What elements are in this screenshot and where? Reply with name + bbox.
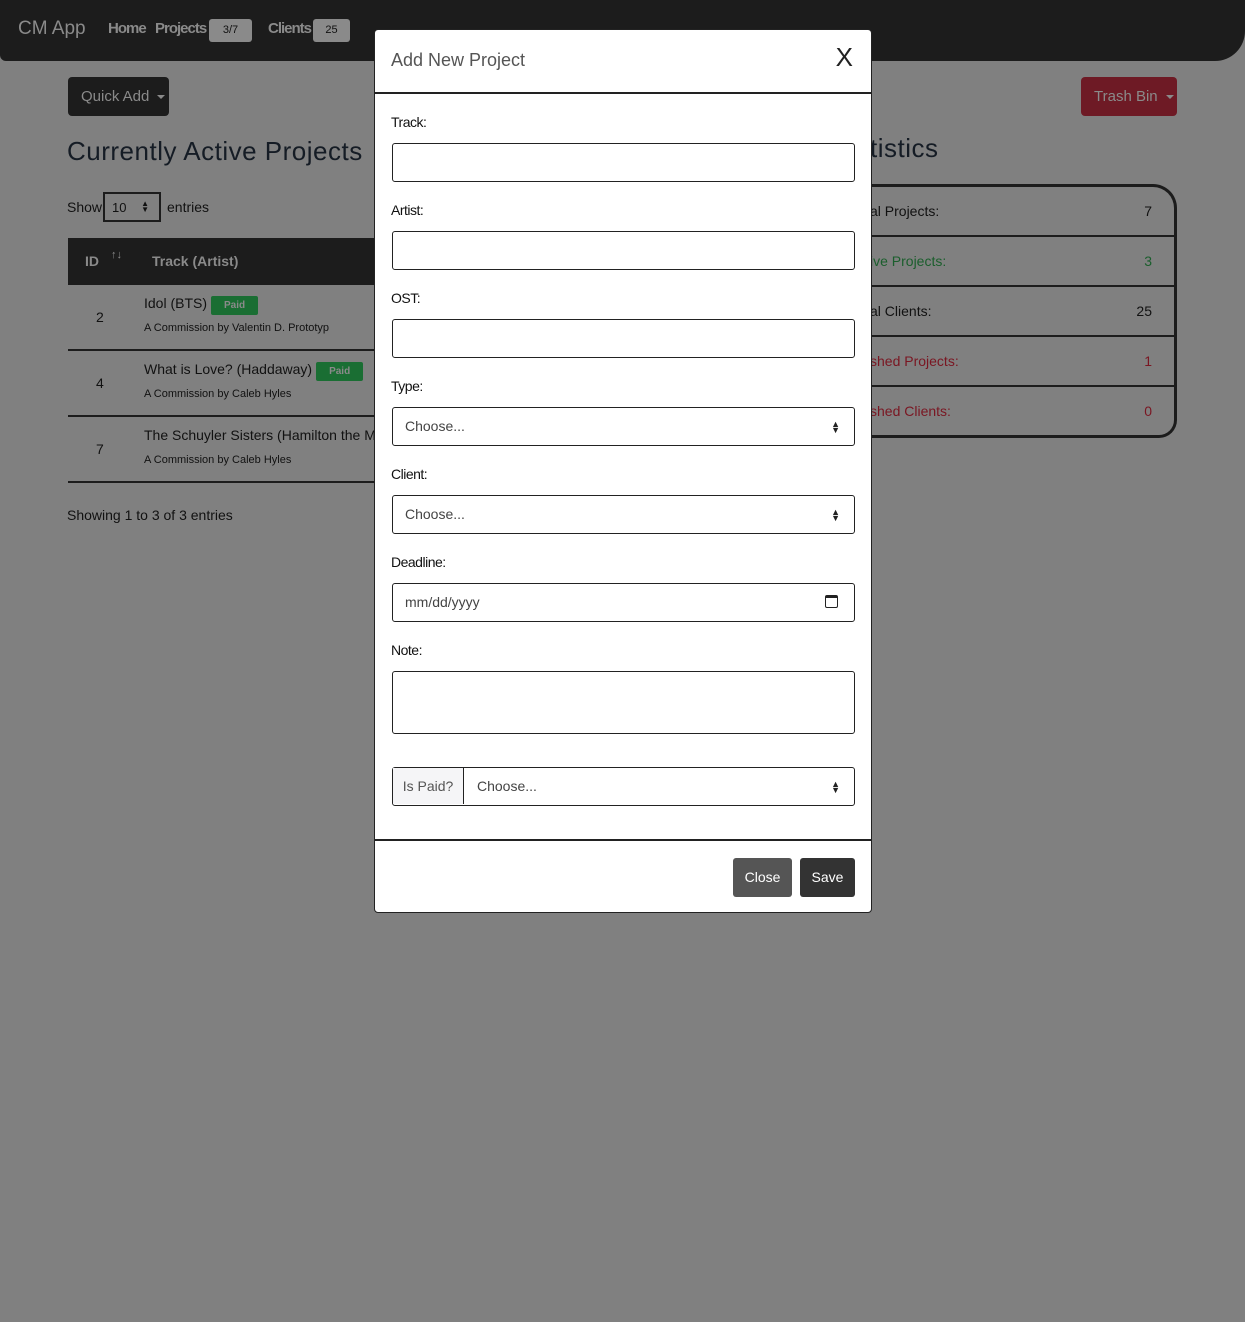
select-arrows-icon: ▲ ▼ — [831, 779, 840, 795]
stat-row: shed Projects: 1 — [860, 337, 1174, 387]
col-id[interactable]: ID — [85, 253, 99, 269]
stat-label: al Projects: — [870, 203, 940, 219]
stat-value: 0 — [1144, 403, 1152, 419]
nav-clients[interactable]: Clients — [268, 20, 312, 37]
entries-label: entries — [167, 199, 210, 215]
select-arrows-icon: ▲ ▼ — [831, 419, 840, 435]
row-id: 2 — [96, 309, 104, 325]
stat-row: shed Clients: 0 — [860, 387, 1174, 435]
quick-add-label: Quick Add — [81, 88, 150, 105]
sort-icon[interactable]: ↑↓ — [111, 249, 122, 261]
artist-input[interactable] — [392, 231, 855, 270]
table-row[interactable]: 2 Idol (BTS) Paid A Commission by Valentin … — [68, 285, 378, 351]
type-select[interactable]: Choose... ▲ ▼ — [392, 407, 855, 446]
row-id: 4 — [96, 375, 104, 391]
projects-badge: 3/7 — [209, 19, 252, 42]
stat-label: al Clients: — [870, 303, 932, 319]
table-header: ID ↑↓ Track (Artist) — [68, 238, 378, 285]
paid-badge: Paid — [316, 362, 364, 381]
stat-label: shed Clients: — [870, 403, 951, 419]
add-project-modal: Add New Project X Track: Artist: OST: Ty… — [374, 29, 872, 913]
col-track[interactable]: Track (Artist) — [152, 253, 238, 269]
nav-projects[interactable]: Projects — [155, 20, 207, 37]
stat-value: 3 — [1144, 253, 1152, 269]
note-label: Note: — [391, 642, 422, 658]
stat-value: 25 — [1136, 303, 1152, 319]
track-label: Track: — [391, 114, 427, 130]
modal-footer: Close Save — [375, 839, 871, 913]
client-value: Choose... — [405, 506, 465, 522]
stat-value: 7 — [1144, 203, 1152, 219]
caret-down-icon — [157, 95, 166, 100]
client-label: Client: — [391, 466, 428, 482]
entries-select[interactable]: 10 ▲ ▼ — [103, 192, 161, 222]
close-button[interactable]: Close — [733, 858, 792, 897]
trash-bin-label: Trash Bin — [1094, 88, 1158, 105]
paid-badge: Paid — [211, 296, 259, 315]
caret-down-icon — [1165, 95, 1174, 100]
is-paid-select[interactable]: Choose... — [477, 778, 537, 794]
statistics-title: tistics — [870, 133, 939, 163]
table-row[interactable]: 4 What is Love? (Haddaway) Paid A Commissio… — [68, 351, 378, 417]
deadline-input[interactable]: mm/dd/yyyy — [392, 583, 855, 622]
sort-arrows-icon: ▲ ▼ — [141, 199, 149, 214]
row-sub: A Commission by Valentin D. Prototyp — [144, 322, 330, 334]
modal-header: Add New Project X — [375, 30, 871, 94]
table-info: Showing 1 to 3 of 3 entries — [67, 507, 233, 523]
is-paid-group: Is Paid? Choose... ▲ ▼ — [392, 767, 855, 806]
track-input[interactable] — [392, 143, 855, 182]
page-title: Currently Active Projects — [67, 136, 363, 166]
is-paid-label: Is Paid? — [393, 768, 464, 804]
stat-value: 1 — [1144, 353, 1152, 369]
calendar-icon[interactable] — [825, 595, 838, 608]
stat-row: ive Projects: 3 — [860, 237, 1174, 287]
stat-label: shed Projects: — [870, 353, 959, 369]
row-track: Idol (BTS) — [144, 295, 208, 311]
stat-row: al Clients: 25 — [860, 287, 1174, 337]
show-label: Show — [67, 199, 103, 215]
deadline-label: Deadline: — [391, 554, 446, 570]
trash-bin-button[interactable]: Trash Bin — [1081, 77, 1177, 116]
quick-add-button[interactable]: Quick Add — [68, 77, 169, 116]
stat-row: al Projects: 7 — [860, 187, 1174, 237]
brand[interactable]: CM App — [18, 18, 86, 40]
note-textarea[interactable] — [392, 671, 855, 734]
row-track: The Schuyler Sisters (Hamilton the Mus — [144, 427, 378, 443]
nav-home[interactable]: Home — [108, 20, 147, 37]
entries-value: 10 — [112, 200, 127, 215]
save-button[interactable]: Save — [800, 858, 855, 897]
ost-label: OST: — [391, 290, 421, 306]
row-track: What is Love? (Haddaway) — [144, 361, 313, 377]
modal-title: Add New Project — [391, 50, 526, 70]
ost-input[interactable] — [392, 319, 855, 358]
type-value: Choose... — [405, 418, 465, 434]
clients-badge: 25 — [313, 19, 350, 42]
artist-label: Artist: — [391, 202, 424, 218]
type-label: Type: — [391, 378, 423, 394]
close-icon[interactable]: X — [836, 42, 853, 73]
stat-label: ive Projects: — [870, 253, 947, 269]
select-arrows-icon: ▲ ▼ — [831, 507, 840, 523]
row-sub: A Commission by Caleb Hyles — [144, 454, 292, 466]
client-select[interactable]: Choose... ▲ ▼ — [392, 495, 855, 534]
table-row[interactable]: 7 The Schuyler Sisters (Hamilton the Mus A… — [68, 417, 378, 483]
row-id: 7 — [96, 441, 104, 457]
row-sub: A Commission by Caleb Hyles — [144, 388, 292, 400]
deadline-placeholder: mm/dd/yyyy — [405, 594, 480, 610]
statistics-card: al Projects: 7 ive Projects: 3 al Clients:… — [860, 184, 1177, 438]
